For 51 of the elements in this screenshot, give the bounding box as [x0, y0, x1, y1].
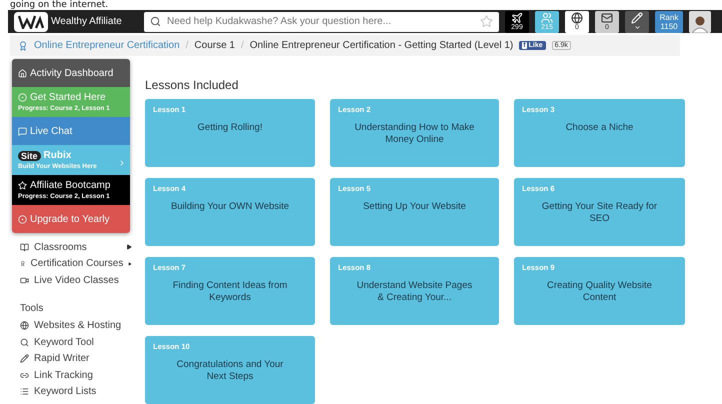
- search-icon: [150, 16, 161, 28]
- video-camera-icon: [20, 276, 29, 285]
- logo-text: Wealthy Affiliate: [51, 16, 122, 28]
- award-icon: [20, 259, 26, 268]
- book-icon: [20, 242, 29, 252]
- link-icon: [20, 370, 29, 380]
- lesson-title: Finding Content Ideas from Keywords: [172, 280, 288, 304]
- lesson-title: Understanding How to Make Money Online: [354, 122, 474, 146]
- logo-icon[interactable]: [14, 12, 48, 32]
- lesson-title: Understand Website Pages & Creating Your...: [356, 280, 474, 304]
- pen-icon[interactable]: [625, 10, 649, 33]
- sidebar-item[interactable]: Websites & Hosting: [20, 318, 132, 334]
- lesson-title: Choose a Niche: [564, 122, 634, 134]
- star-icon[interactable]: [480, 15, 493, 28]
- lesson-title: Getting Rolling!: [196, 122, 264, 134]
- circle-icon: [18, 93, 27, 102]
- avatar-icon[interactable]: [689, 10, 711, 33]
- section-heading: Tools: [20, 302, 44, 314]
- sidebar-item[interactable]: Rapid Writer: [20, 350, 132, 367]
- home-icon: [18, 68, 27, 78]
- menu-item[interactable]: Activity Dashboard: [12, 59, 130, 87]
- lesson-title: Congratulations and Your Next Steps: [176, 359, 284, 383]
- chat-icon: [18, 126, 27, 136]
- sidebar-item[interactable]: Keyword Lists: [20, 384, 132, 400]
- lesson-title: Getting Your Site Ready for SEO: [540, 201, 658, 225]
- search-icon: [20, 338, 29, 347]
- breadcrumb-link[interactable]: Course 1: [194, 40, 235, 52]
- sidebar-item[interactable]: Live Video Classes: [20, 272, 132, 288]
- caret-icon: [118, 158, 126, 166]
- rank-badge[interactable]: Rank 1150: [655, 10, 683, 33]
- separator: /: [241, 40, 244, 52]
- document-text: going on the internet.: [9, 0, 110, 10]
- lesson-title: Creating Quality Website Content: [546, 280, 653, 304]
- sidebar-item[interactable]: Certification Courses: [20, 256, 132, 272]
- award-icon: [18, 40, 28, 51]
- breadcrumb-link[interactable]: Online Entrepreneur Certification - Getting Started (Level 1): [250, 40, 514, 52]
- menu-item[interactable]: Upgrade to Yearly: [12, 205, 130, 233]
- section-heading: Lessons Included: [145, 78, 240, 92]
- menu-item[interactable]: Live Chat: [12, 117, 130, 145]
- globe-icon: [20, 321, 29, 330]
- pen-icon: [20, 354, 29, 364]
- sidebar-item[interactable]: Link Tracking: [20, 367, 132, 384]
- circle-icon: [18, 214, 27, 224]
- lesson-title: Setting Up Your Website: [362, 201, 467, 213]
- sidebar-item[interactable]: Keyword Tool: [20, 334, 132, 350]
- sidebar-item[interactable]: Classrooms: [20, 239, 132, 256]
- lesson-title: Building Your OWN Website: [170, 201, 290, 213]
- separator: /: [186, 40, 188, 52]
- search-bar[interactable]: Need help Kudakwashe? Ask your question here...: [144, 12, 499, 32]
- star-icon: [18, 181, 27, 190]
- list-icon: [20, 387, 29, 396]
